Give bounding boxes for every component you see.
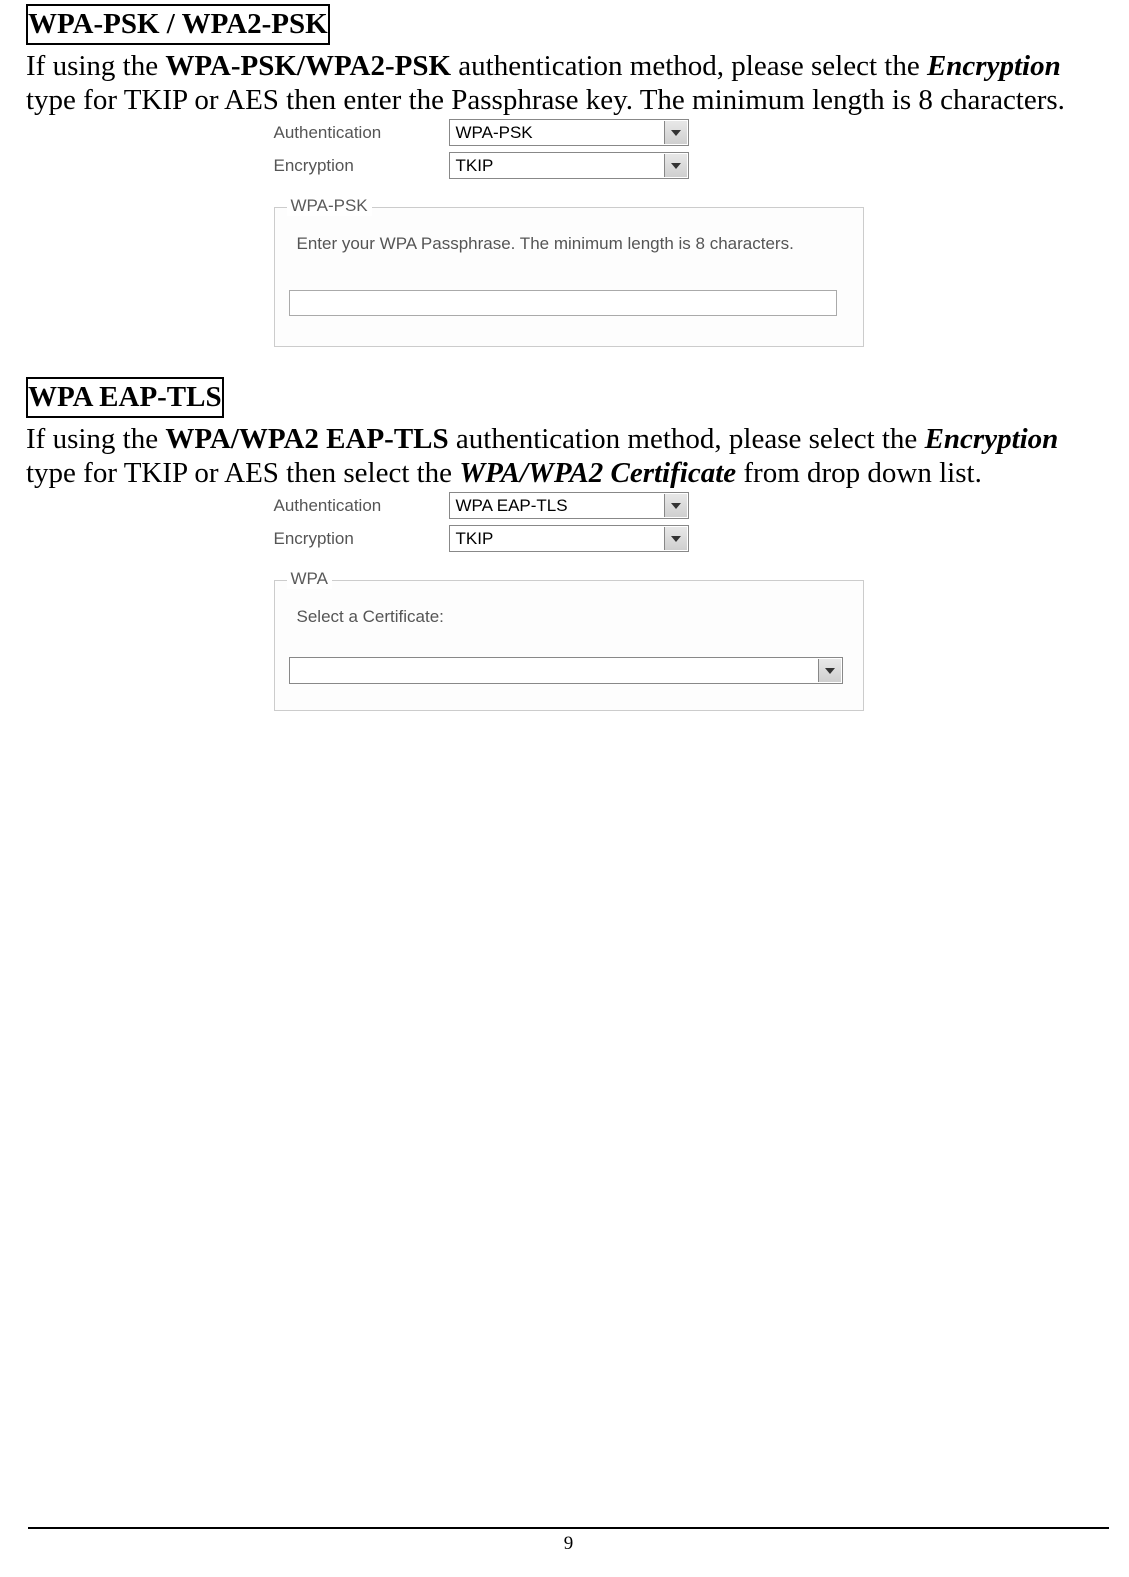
fieldset-psk: WPA-PSK Enter your WPA Passphrase. The m… bbox=[274, 207, 864, 347]
page-number: 9 bbox=[564, 1533, 574, 1554]
chevron-down-icon[interactable] bbox=[818, 659, 841, 682]
dropdown-value: WPA-PSK bbox=[450, 123, 533, 143]
dropdown-value: TKIP bbox=[450, 529, 494, 549]
fieldset-eap: WPA Select a Certificate: bbox=[274, 580, 864, 711]
text-fragment: type for TKIP or AES then select the bbox=[26, 457, 459, 489]
text-fragment: If using the bbox=[26, 50, 165, 82]
text-fragment: If using the bbox=[26, 423, 165, 455]
encryption-label: Encryption bbox=[274, 529, 449, 549]
section2-paragraph: If using the WPA/WPA2 EAP-TLS authentica… bbox=[26, 422, 1111, 490]
auth-label: Authentication bbox=[274, 123, 449, 143]
page-footer: 9 bbox=[28, 1527, 1109, 1555]
fieldset-legend: WPA-PSK bbox=[287, 196, 372, 216]
dropdown-value bbox=[290, 658, 296, 677]
form-eap: Authentication WPA EAP-TLS Encryption TK… bbox=[274, 490, 864, 711]
dropdown-value: WPA EAP-TLS bbox=[450, 496, 568, 516]
encryption-label: Encryption bbox=[274, 156, 449, 176]
section1-paragraph: If using the WPA-PSK/WPA2-PSK authentica… bbox=[26, 49, 1111, 117]
text-fragment: type for TKIP or AES then enter the Pass… bbox=[26, 84, 1065, 116]
chevron-down-icon[interactable] bbox=[664, 154, 687, 177]
form-psk: Authentication WPA-PSK Encryption TKIP W… bbox=[274, 117, 864, 347]
encryption-dropdown[interactable]: TKIP bbox=[449, 152, 689, 179]
text-bold-italic: WPA/WPA2 Certificate bbox=[459, 457, 736, 489]
text-fragment: authentication method, please select the bbox=[449, 423, 925, 455]
chevron-down-icon[interactable] bbox=[664, 527, 687, 550]
auth-dropdown[interactable]: WPA EAP-TLS bbox=[449, 492, 689, 519]
text-bold-italic: Encryption bbox=[925, 423, 1059, 455]
auth-dropdown[interactable]: WPA-PSK bbox=[449, 119, 689, 146]
section2-heading: WPA EAP-TLS bbox=[26, 377, 224, 418]
text-bold: WPA/WPA2 EAP-TLS bbox=[165, 423, 448, 455]
instruction-text: Enter your WPA Passphrase. The minimum l… bbox=[289, 234, 849, 254]
text-bold: WPA-PSK/WPA2-PSK bbox=[165, 50, 451, 82]
dropdown-value: TKIP bbox=[450, 156, 494, 176]
chevron-down-icon[interactable] bbox=[664, 121, 687, 144]
passphrase-input[interactable] bbox=[289, 290, 838, 316]
text-bold-italic: Encryption bbox=[927, 50, 1061, 82]
encryption-dropdown[interactable]: TKIP bbox=[449, 525, 689, 552]
auth-label: Authentication bbox=[274, 496, 449, 516]
fieldset-legend: WPA bbox=[287, 569, 332, 589]
instruction-text: Select a Certificate: bbox=[289, 607, 849, 627]
text-fragment: authentication method, please select the bbox=[451, 50, 927, 82]
certificate-dropdown[interactable] bbox=[289, 657, 843, 684]
section1-heading: WPA-PSK / WPA2-PSK bbox=[26, 4, 330, 45]
text-fragment: from drop down list. bbox=[736, 457, 982, 489]
chevron-down-icon[interactable] bbox=[664, 494, 687, 517]
